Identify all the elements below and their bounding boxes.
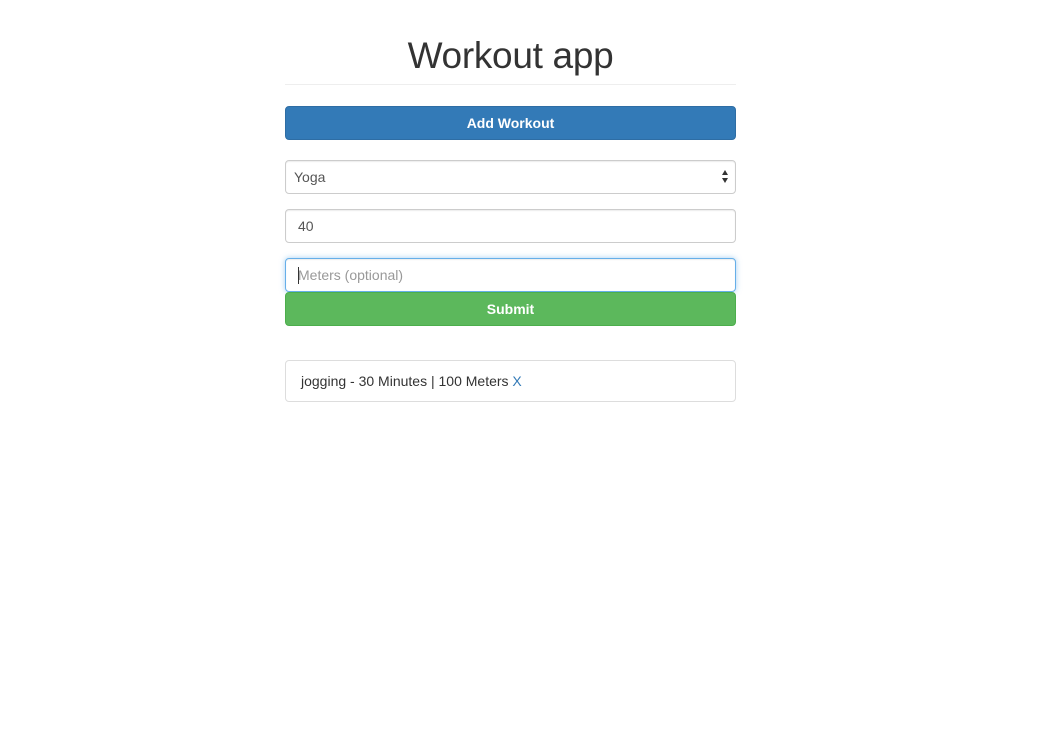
select-arrows-icon: [722, 170, 730, 184]
minutes-input[interactable]: [285, 209, 736, 243]
list-item: jogging - 30 Minutes | 100 Meters X: [286, 361, 735, 401]
submit-button[interactable]: Submit: [285, 292, 736, 326]
main-container: Workout app Add Workout Yoga Meters (opt…: [285, 0, 736, 402]
workout-entry-text: jogging - 30 Minutes | 100 Meters: [301, 373, 509, 389]
page-header: Workout app: [285, 0, 736, 85]
delete-workout-link[interactable]: X: [512, 373, 521, 389]
text-cursor: [298, 267, 299, 284]
workout-type-select[interactable]: Yoga: [285, 160, 736, 194]
meters-input[interactable]: Meters (optional): [285, 258, 736, 292]
page-title: Workout app: [407, 35, 614, 76]
meters-input-placeholder: Meters (optional): [298, 267, 404, 283]
workout-type-selected-value: Yoga: [294, 169, 326, 185]
workout-list: jogging - 30 Minutes | 100 Meters X: [285, 360, 736, 402]
add-workout-button[interactable]: Add Workout: [285, 106, 736, 140]
